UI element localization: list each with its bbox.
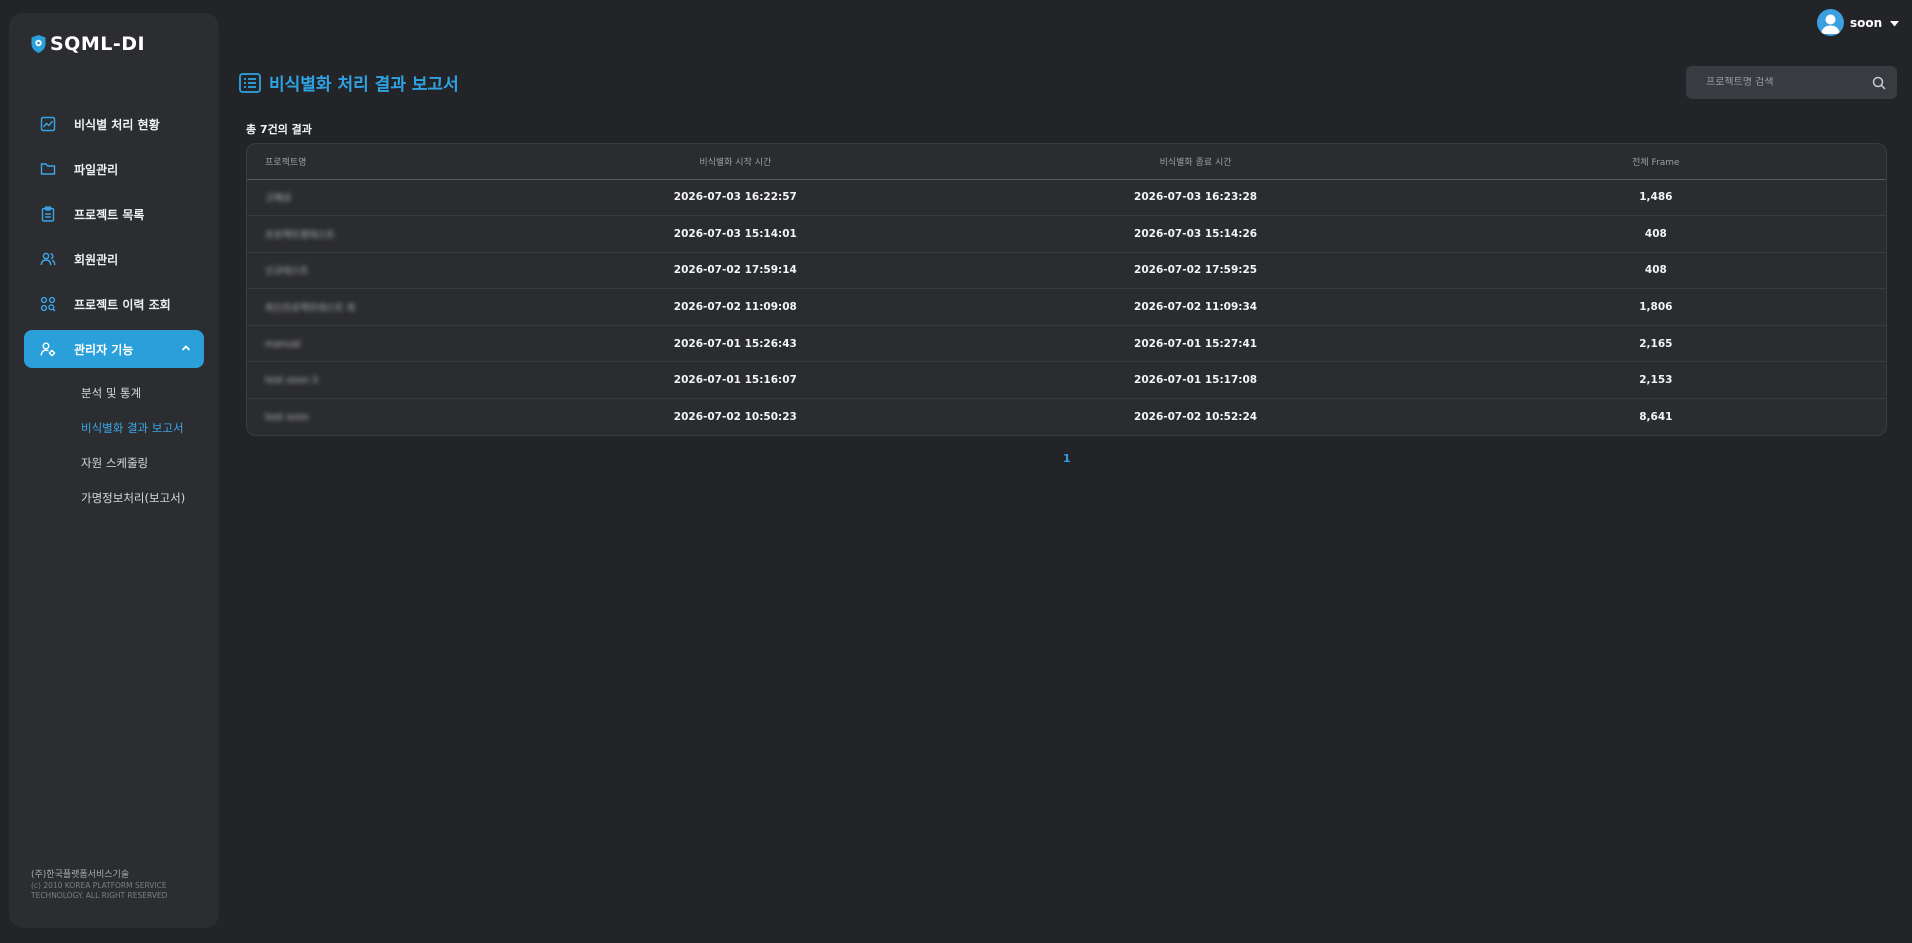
cell-start-time: 2026-07-01 15:16:07 <box>505 361 966 400</box>
username: soon <box>1850 15 1883 30</box>
page-title: 비식별화 처리 결과 보고서 <box>239 70 459 95</box>
cell-end-time: 2026-07-02 11:09:34 <box>965 288 1426 326</box>
sidebar-item-label: 프로젝트 이력 조회 <box>74 297 171 312</box>
list-icon <box>239 72 261 93</box>
sidebar-item-projects[interactable]: 프로젝트 목록 <box>24 195 204 233</box>
sidebar-footer: (주)한국플랫폼서비스기술 (c) 2010 KOREA PLATFORM SE… <box>31 870 201 901</box>
cell-end-time: 2026-07-02 17:59:25 <box>965 252 1426 290</box>
cell-total-frames: 8,641 <box>1639 411 1673 424</box>
cell-start-time: 2026-07-01 15:26:43 <box>505 325 966 363</box>
clipboard-icon <box>40 206 56 222</box>
table-row[interactable]: 신규테스트 2026-07-02 17:59:14 2026-07-02 17:… <box>247 252 1886 290</box>
table-row[interactable]: test soon 2026-07-02 10:50:23 2026-07-02… <box>247 399 1886 435</box>
cell-end-time: 2026-07-01 15:17:08 <box>965 361 1426 400</box>
project-search <box>1686 66 1897 99</box>
table-header-row: 프로젝트명 비식별화 시작 시간 비식별화 종료 시간 전체 Frame <box>247 144 1886 180</box>
cell-start-time: 2026-07-02 11:09:08 <box>505 288 966 326</box>
column-header-end[interactable]: 비식별화 종료 시간 <box>965 144 1426 180</box>
cell-end-time: 2026-07-03 16:23:28 <box>965 179 1426 217</box>
page-title-text: 비식별화 처리 결과 보고서 <box>269 75 459 95</box>
cell-project-name: 프로젝트명테스트 <box>247 215 506 253</box>
table-row[interactable]: test soon 3 2026-07-01 15:16:07 2026-07-… <box>247 361 1886 400</box>
cell-start-time: 2026-07-03 15:14:01 <box>505 215 966 253</box>
cell-total-frames: 1,806 <box>1425 288 1886 326</box>
column-header-project[interactable]: 프로젝트명 <box>247 144 506 180</box>
cell-total-frames: 1,486 <box>1425 179 1886 217</box>
sidebar-item-label: 프로젝트 목록 <box>74 207 145 222</box>
caret-down-icon <box>1890 16 1900 30</box>
cell-project-name: test soon <box>265 412 309 424</box>
sidebar-nav: 비식별 처리 현황 파일관리 프로젝트 목록 회원관리 프로젝트 이력 조회 관… <box>24 105 204 515</box>
subnav-item-scheduling[interactable]: 자원 스케줄링 <box>24 445 204 480</box>
cell-total-frames: 2,153 <box>1425 361 1886 400</box>
admin-subnav: 분석 및 통계 비식별화 결과 보고서 자원 스케줄링 가명정보처리(보고서) <box>24 375 204 515</box>
cell-start-time: 2026-07-02 10:50:23 <box>673 411 797 424</box>
cell-start-time: 2026-07-03 16:22:57 <box>505 179 966 217</box>
cell-total-frames: 2,165 <box>1425 325 1886 363</box>
avatar <box>1817 9 1844 36</box>
sidebar: SQML-DI 비식별 처리 현황 파일관리 프로젝트 목록 회원관리 프로젝트… <box>9 13 219 928</box>
sidebar-item-label: 관리자 기능 <box>74 342 134 357</box>
cell-end-time: 2026-07-03 15:14:26 <box>965 215 1426 253</box>
sidebar-item-label: 파일관리 <box>74 162 119 177</box>
sidebar-item-label: 비식별 처리 현황 <box>74 117 160 132</box>
subnav-item-pseudonym-report[interactable]: 가명정보처리(보고서) <box>24 480 204 515</box>
sidebar-item-files[interactable]: 파일관리 <box>24 150 204 188</box>
table-row[interactable]: manual 2026-07-01 15:26:43 2026-07-01 15… <box>247 325 1886 363</box>
subnav-item-statistics[interactable]: 분석 및 통계 <box>24 375 204 410</box>
cell-end-time: 2026-07-01 15:27:41 <box>965 325 1426 363</box>
sidebar-item-label: 회원관리 <box>74 252 119 267</box>
search-input[interactable] <box>1686 77 1861 88</box>
cell-project-name: 고해상 <box>247 179 506 217</box>
shield-logo-icon <box>31 35 46 53</box>
user-menu[interactable]: soon <box>1817 9 1900 36</box>
sidebar-item-history[interactable]: 프로젝트 이력 조회 <box>24 285 204 323</box>
pagination-page-current[interactable]: 1 <box>1063 452 1071 465</box>
cell-end-time: 2026-07-02 10:52:24 <box>1134 411 1258 424</box>
sidebar-item-members[interactable]: 회원관리 <box>24 240 204 278</box>
cell-project-name: 최신프로젝트테스트 최 <box>247 288 506 326</box>
users-icon <box>40 251 56 267</box>
results-table: 프로젝트명 비식별화 시작 시간 비식별화 종료 시간 전체 Frame 고해상… <box>246 143 1887 436</box>
column-header-start[interactable]: 비식별화 시작 시간 <box>505 144 966 180</box>
logo-text: SQML-DI <box>50 33 146 55</box>
copyright-text: (c) 2010 KOREA PLATFORM SERVICE TECHNOLO… <box>31 881 168 900</box>
table-row[interactable]: 고해상 2026-07-03 16:22:57 2026-07-03 16:23… <box>247 179 1886 217</box>
company-name: (주)한국플랫폼서비스기술 <box>31 870 130 880</box>
cell-total-frames: 408 <box>1425 215 1886 253</box>
chevron-up-icon <box>180 342 192 357</box>
admin-icon <box>40 341 56 357</box>
column-header-frames[interactable]: 전체 Frame <box>1425 144 1886 180</box>
result-count: 총 7건의 결과 <box>246 123 312 136</box>
cell-project-name: test soon 3 <box>247 361 506 400</box>
cell-start-time: 2026-07-02 17:59:14 <box>505 252 966 290</box>
cell-project-name: 신규테스트 <box>247 252 506 290</box>
search-icon[interactable] <box>1872 75 1886 94</box>
search-history-icon <box>40 296 56 312</box>
table-row[interactable]: 최신프로젝트테스트 최 2026-07-02 11:09:08 2026-07-… <box>247 288 1886 326</box>
sidebar-item-status[interactable]: 비식별 처리 현황 <box>24 105 204 143</box>
table-row[interactable]: 프로젝트명테스트 2026-07-03 15:14:01 2026-07-03 … <box>247 215 1886 253</box>
cell-project-name: manual <box>247 325 506 363</box>
sidebar-item-admin[interactable]: 관리자 기능 <box>24 330 204 368</box>
folder-icon <box>40 161 56 177</box>
chart-icon <box>40 116 56 132</box>
subnav-item-report[interactable]: 비식별화 결과 보고서 <box>24 410 204 445</box>
cell-total-frames: 408 <box>1425 252 1886 290</box>
app-logo[interactable]: SQML-DI <box>30 33 145 55</box>
